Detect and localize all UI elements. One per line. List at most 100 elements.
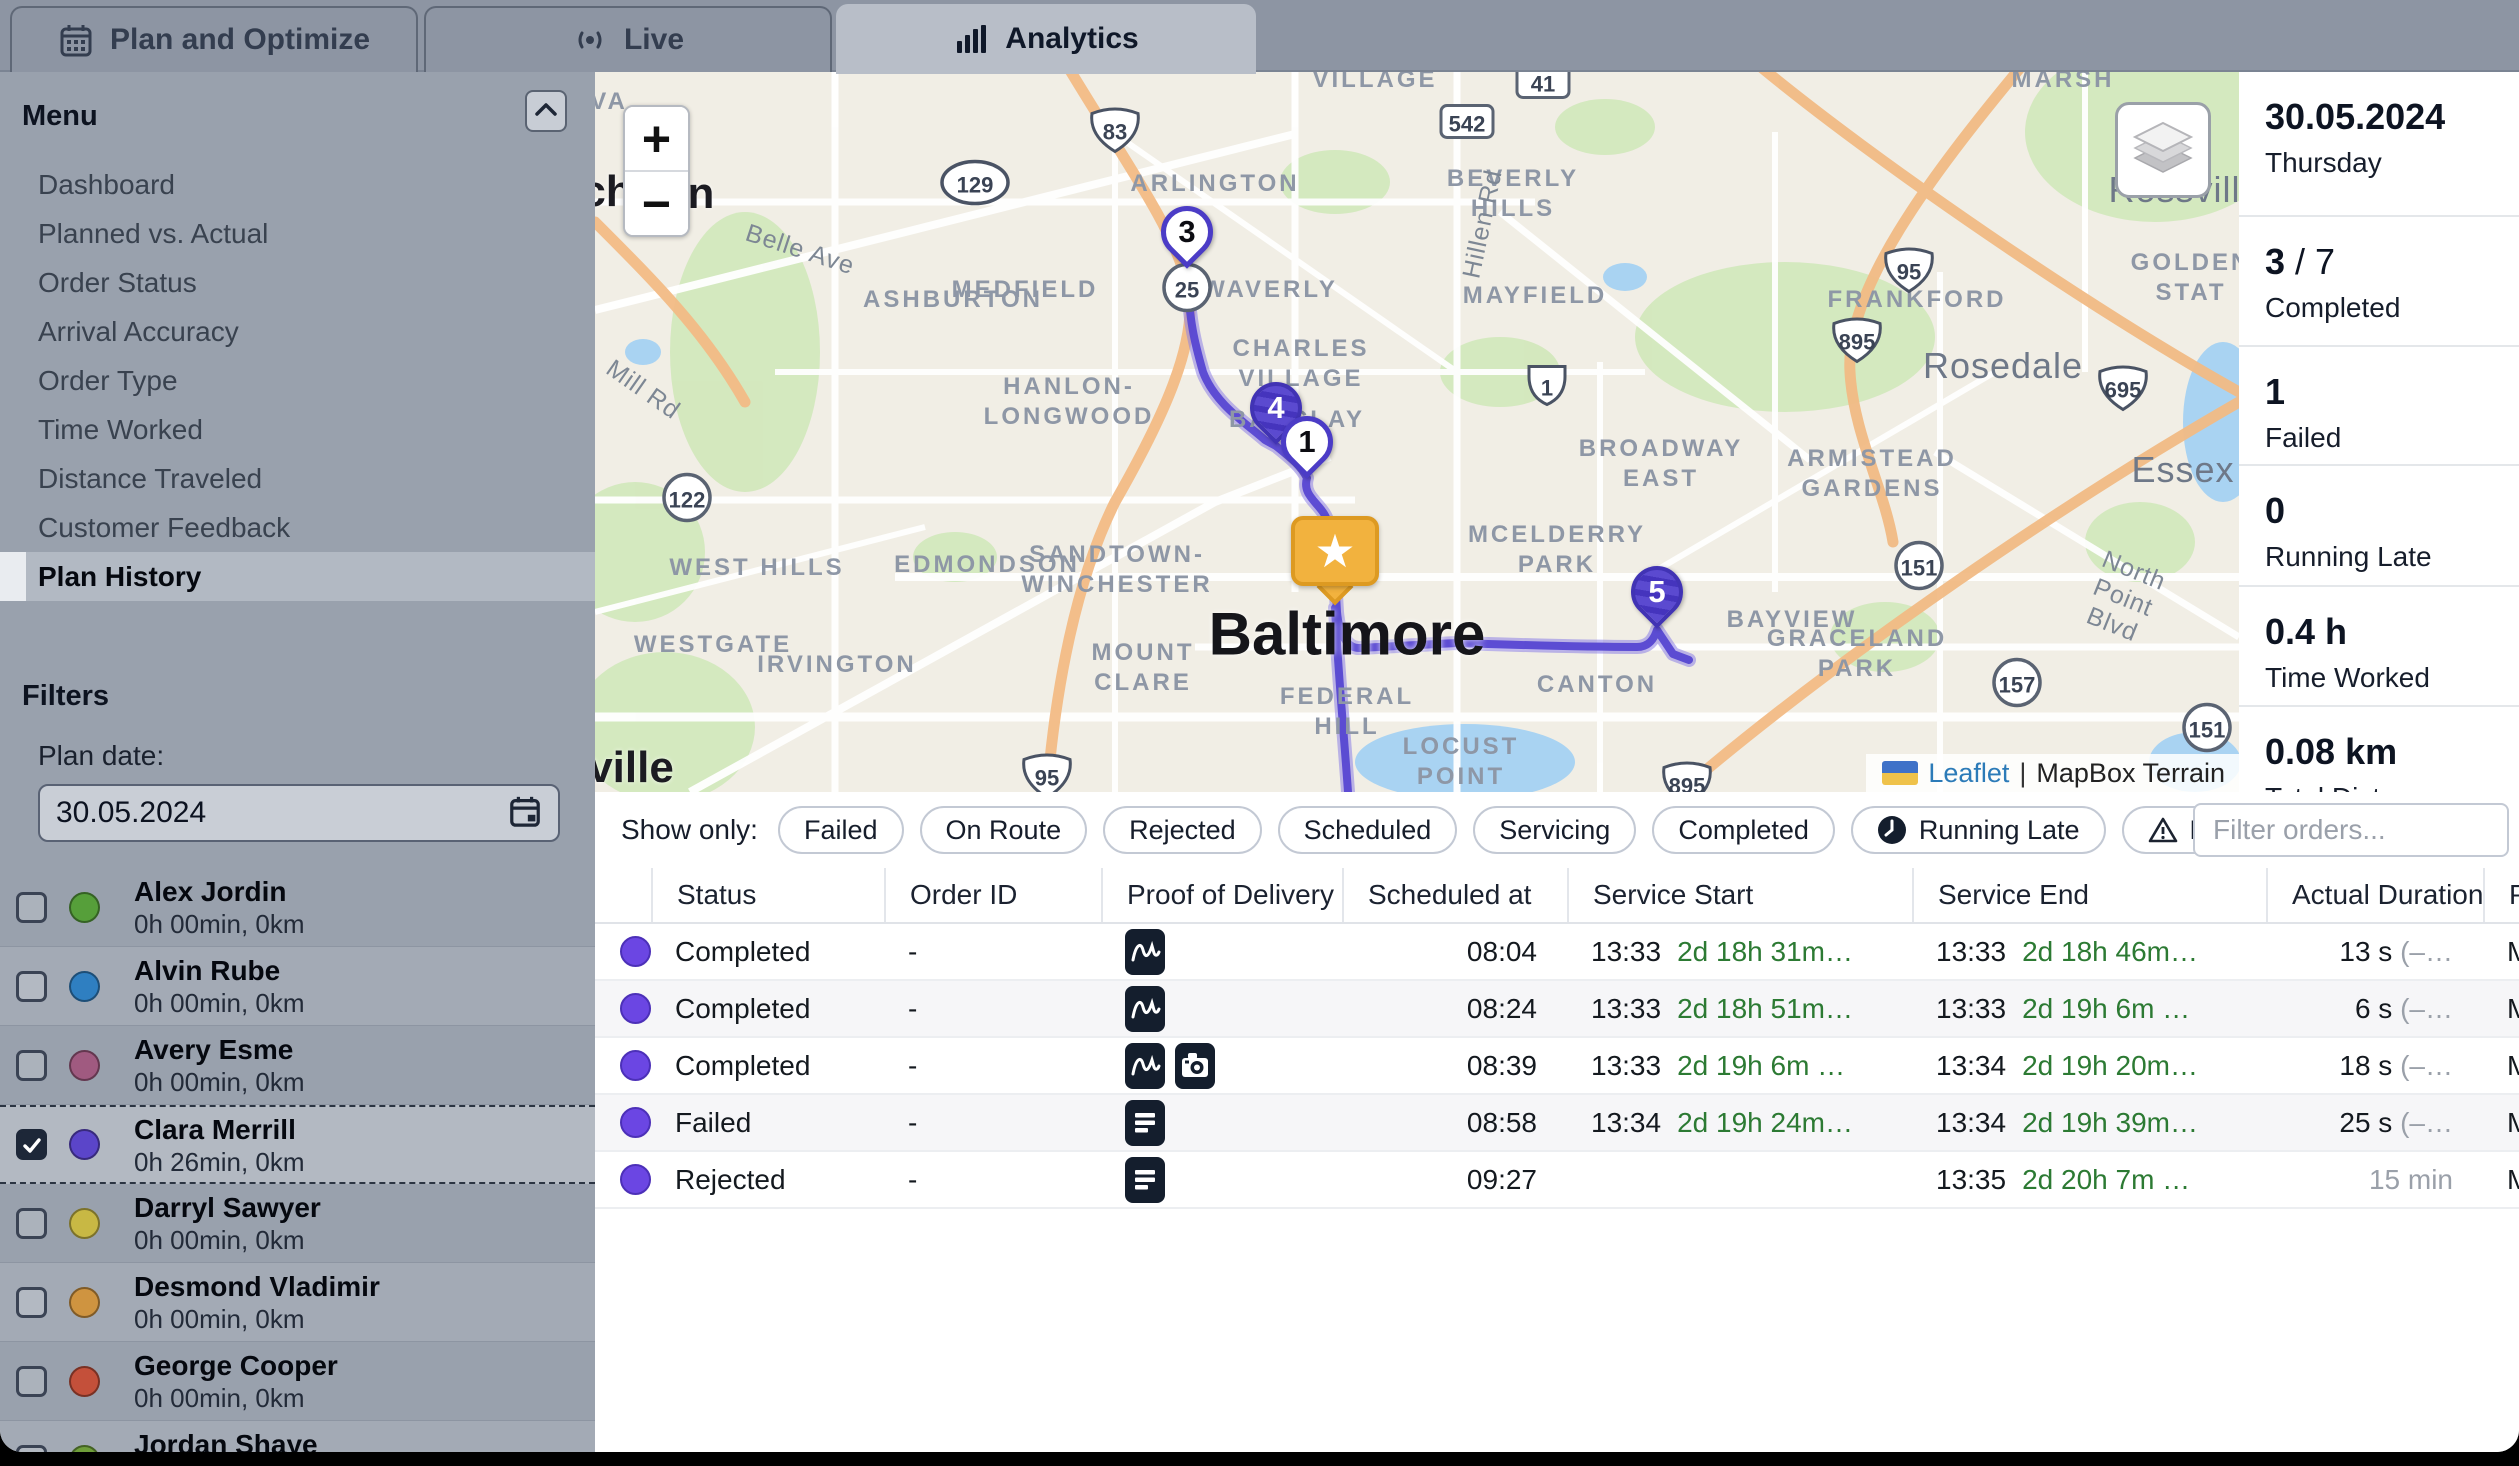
driver-list: Alex Jordin0h 00min, 0kmAlvin Rube0h 00m… xyxy=(0,868,595,1452)
relative-time: 2d 19h 6m … xyxy=(2022,993,2190,1024)
sidebar-item-dashboard[interactable]: Dashboard xyxy=(0,160,595,209)
zoom-in-button[interactable]: + xyxy=(625,107,688,170)
depot-marker[interactable]: ★ xyxy=(1291,516,1379,608)
stat-label: Time Worked xyxy=(2265,662,2519,694)
stat-value: 0.4 h xyxy=(2265,611,2519,653)
shield-number: 122 xyxy=(661,472,713,529)
scheduled-at-cell: 08:24 xyxy=(1342,993,1567,1025)
driver-name: Darryl Sawyer xyxy=(134,1191,321,1225)
driver-row[interactable]: Desmond Vladimir0h 00min, 0km xyxy=(0,1263,595,1342)
plan-date-input[interactable]: 30.05.2024 xyxy=(38,784,560,842)
duration-extra: (–… xyxy=(2392,936,2453,967)
filter-chip-servicing[interactable]: Servicing xyxy=(1473,806,1636,854)
filter-chip-failed[interactable]: Failed xyxy=(778,806,904,854)
tab-analytics[interactable]: Analytics xyxy=(836,4,1256,74)
status-dot xyxy=(620,936,651,967)
checkbox-unchecked[interactable] xyxy=(16,971,47,1002)
duration-value: 13 s xyxy=(2339,936,2392,967)
tab-plan-and-optimize[interactable]: Plan and Optimize xyxy=(10,6,418,72)
service-end-cell: 13:332d 18h 46m… xyxy=(1912,936,2266,968)
driver-color-dot xyxy=(69,1208,100,1239)
map[interactable]: + − Leaflet | MapBox Terrain VILLAGEMARS… xyxy=(595,72,2239,792)
scheduled-at-cell: 08:04 xyxy=(1342,936,1567,968)
shield-number: 25 xyxy=(1161,262,1213,319)
sidebar: Menu DashboardPlanned vs. ActualOrder St… xyxy=(0,72,595,1452)
order-row[interactable]: Completed-08:2413:332d 18h 51m…13:332d 1… xyxy=(595,981,2519,1038)
filter-chip-completed[interactable]: Completed xyxy=(1652,806,1835,854)
zoom-out-button[interactable]: − xyxy=(625,172,688,235)
driver-row[interactable]: Jordan Shaye0h 00min, 0km xyxy=(0,1421,595,1452)
actual-duration-cell: 18 s (–… xyxy=(2266,1050,2483,1082)
order-row[interactable]: Completed-08:3913:332d 19h 6m …13:342d 1… xyxy=(595,1038,2519,1095)
driver-color-dot xyxy=(69,1445,100,1453)
checkbox-unchecked[interactable] xyxy=(16,1366,47,1397)
checkbox-unchecked[interactable] xyxy=(16,892,47,923)
sidebar-item-arrival-accuracy[interactable]: Arrival Accuracy xyxy=(0,307,595,356)
menu-items: DashboardPlanned vs. ActualOrder StatusA… xyxy=(0,160,595,601)
tab-live[interactable]: Live xyxy=(424,6,832,72)
calendar-icon xyxy=(58,22,94,58)
chip-label: Rejected xyxy=(1129,815,1236,846)
order-id-cell: - xyxy=(884,1164,1101,1196)
filter-chip-running-late[interactable]: Running Late xyxy=(1851,806,2106,854)
stats-panel: 30.05.2024Thursday3 / 7Completed1Failed0… xyxy=(2239,72,2519,800)
sidebar-item-order-type[interactable]: Order Type xyxy=(0,356,595,405)
checkbox-unchecked[interactable] xyxy=(16,1287,47,1318)
driver-row[interactable]: Alex Jordin0h 00min, 0km xyxy=(0,868,595,947)
status-dot-cell xyxy=(595,1050,651,1081)
column-header: Service Start xyxy=(1567,868,1912,922)
checkbox-unchecked[interactable] xyxy=(16,1445,47,1453)
driver-stats: 0h 00min, 0km xyxy=(134,909,305,939)
order-id-cell: - xyxy=(884,993,1101,1025)
shield-number: 895 xyxy=(1830,315,1884,370)
filter-orders-input[interactable] xyxy=(2193,803,2509,857)
ukraine-flag-icon xyxy=(1882,761,1918,785)
route-shield-95: 95 xyxy=(1882,245,1936,300)
route-shield-542: 542 xyxy=(1439,104,1495,145)
checkbox-unchecked[interactable] xyxy=(16,1208,47,1239)
stop-marker-1[interactable]: 1 xyxy=(1278,414,1336,480)
leaflet-link[interactable]: Leaflet xyxy=(1928,758,2009,789)
route-shield-122: 122 xyxy=(661,472,713,529)
service-start-cell: 13:332d 18h 51m… xyxy=(1567,993,1912,1025)
duration-value: 25 s xyxy=(2339,1107,2392,1138)
sidebar-item-distance-traveled[interactable]: Distance Traveled xyxy=(0,454,595,503)
driver-row[interactable]: Clara Merrill0h 26min, 0km xyxy=(0,1105,595,1184)
driver-name: Clara Merrill xyxy=(134,1113,305,1147)
sidebar-item-time-worked[interactable]: Time Worked xyxy=(0,405,595,454)
filter-chip-scheduled[interactable]: Scheduled xyxy=(1278,806,1458,854)
filter-chip-on-route[interactable]: On Route xyxy=(920,806,1088,854)
driver-row[interactable]: Alvin Rube0h 00min, 0km xyxy=(0,947,595,1026)
filter-chip-rejected[interactable]: Rejected xyxy=(1103,806,1262,854)
route-shield-151: 151 xyxy=(1893,540,1945,597)
shield-number: 151 xyxy=(1893,540,1945,597)
stop-marker-5[interactable]: 5 xyxy=(1628,564,1686,630)
stat-value: 0.08 km xyxy=(2265,731,2519,773)
checkbox-checked[interactable] xyxy=(16,1129,47,1160)
app-window: Plan and Optimize Live Analytics Menu Da… xyxy=(0,0,2519,1452)
sidebar-item-customer-feedback[interactable]: Customer Feedback xyxy=(0,503,595,552)
sidebar-item-planned-vs-actual[interactable]: Planned vs. Actual xyxy=(0,209,595,258)
order-row[interactable]: Failed-08:5813:342d 19h 24m…13:342d 19h … xyxy=(595,1095,2519,1152)
sidebar-item-order-status[interactable]: Order Status xyxy=(0,258,595,307)
map-layers-button[interactable] xyxy=(2115,102,2211,198)
stop-marker-3[interactable]: 3 xyxy=(1158,204,1216,270)
menu-collapse-button[interactable] xyxy=(525,90,567,132)
status-dot xyxy=(620,1050,651,1081)
order-row[interactable]: Rejected-09:2713:352d 20h 7m …15 minM xyxy=(595,1152,2519,1209)
sidebar-item-plan-history[interactable]: Plan History xyxy=(0,552,595,601)
checkbox-unchecked[interactable] xyxy=(16,1050,47,1081)
map-zoom-control: + − xyxy=(623,105,690,237)
driver-info: Clara Merrill0h 26min, 0km xyxy=(134,1113,305,1177)
route-shield-83: 83 xyxy=(1088,105,1142,160)
driver-row[interactable]: Darryl Sawyer0h 00min, 0km xyxy=(0,1184,595,1263)
order-row[interactable]: Completed-08:0413:332d 18h 31m…13:332d 1… xyxy=(595,924,2519,981)
pr-cell: M xyxy=(2483,1050,2519,1082)
pr-cell: M xyxy=(2483,1164,2519,1196)
stop-number: 5 xyxy=(1628,564,1686,620)
driver-row[interactable]: George Cooper0h 00min, 0km xyxy=(0,1342,595,1421)
stop-number: 3 xyxy=(1158,204,1216,260)
scheduled-at-cell: 09:27 xyxy=(1342,1164,1567,1196)
driver-row[interactable]: Avery Esme0h 00min, 0km xyxy=(0,1026,595,1105)
status-cell: Completed xyxy=(651,993,884,1025)
